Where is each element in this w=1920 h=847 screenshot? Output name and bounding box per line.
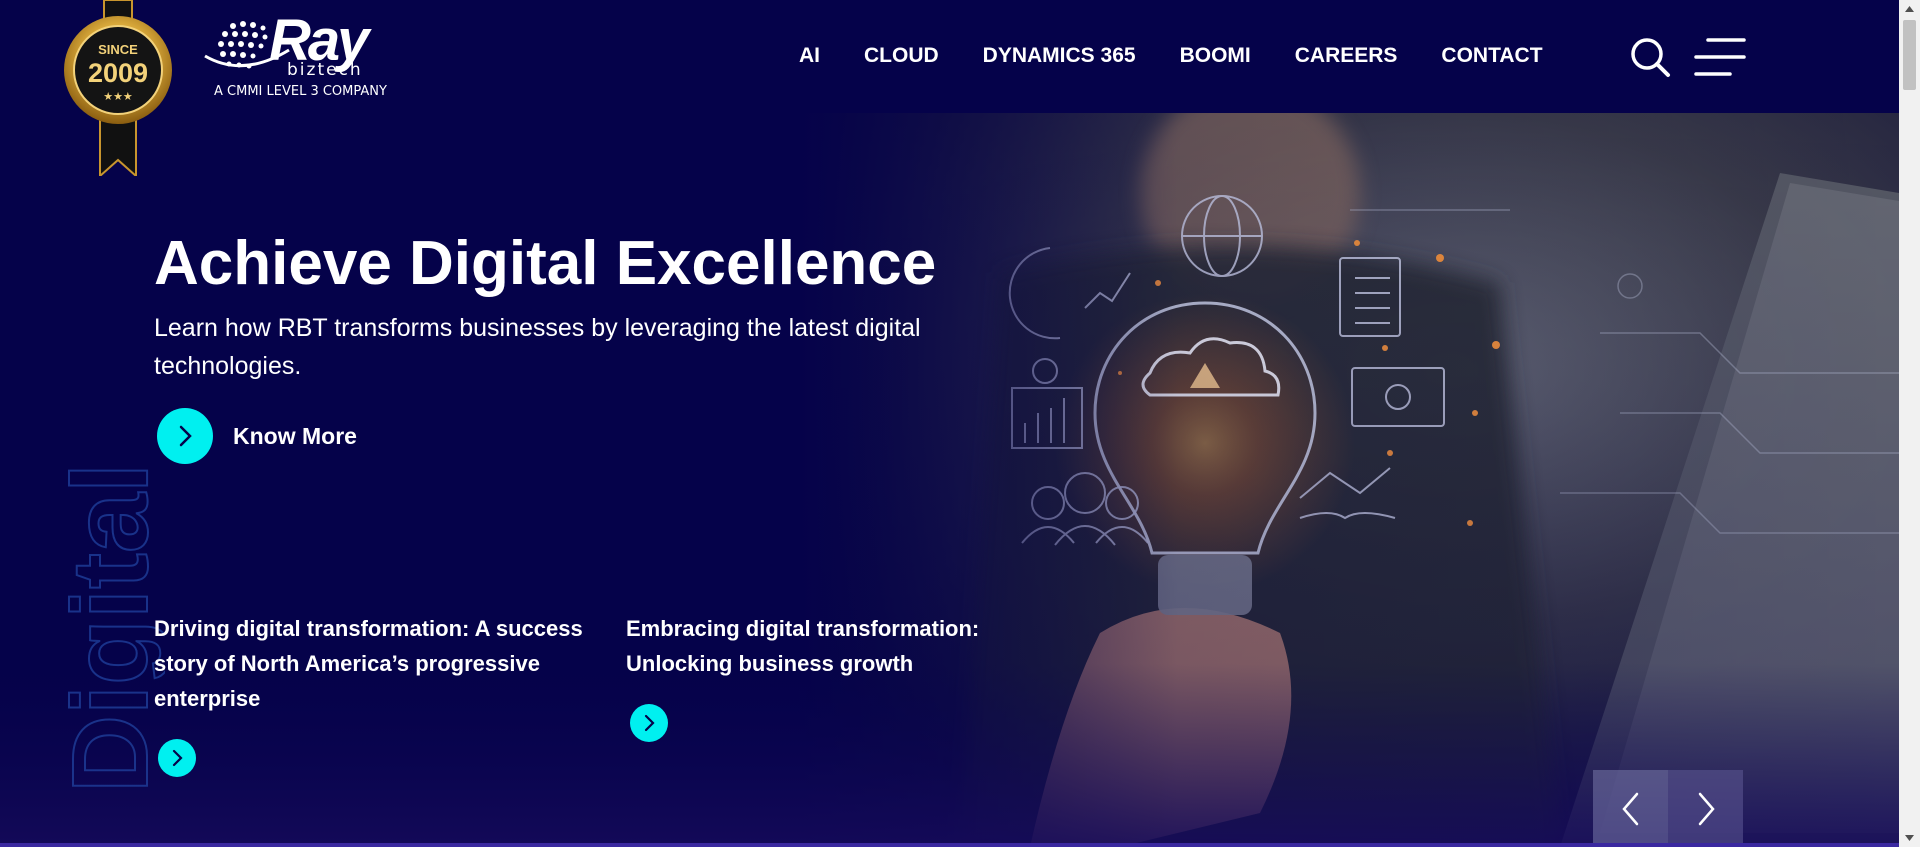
scroll-up-arrow[interactable] [1899,0,1920,18]
know-more-button[interactable]: Know More [157,408,357,464]
story-2-arrow-button[interactable] [630,704,668,742]
chevron-right-icon [644,714,655,732]
carousel-next-button[interactable] [1668,770,1743,847]
chevron-left-icon [1621,792,1638,825]
story-link-1[interactable]: Driving digital transformation: A succes… [154,611,604,716]
hero-carousel: Digital Achieve Digital Excellence Learn… [0,113,1899,847]
scroll-thumb[interactable] [1903,20,1916,90]
nav-item-boomi[interactable]: BOOMI [1180,42,1251,70]
digital-watermark-text: Digital [55,462,165,793]
logo-subtitle: biztech [287,60,363,80]
bottom-border [0,843,1899,847]
chevron-right-icon [179,425,192,447]
search-icon[interactable] [1629,36,1671,78]
chevron-right-icon [172,749,183,767]
chevron-right-icon [1698,792,1715,825]
site-header: SINCE 2009 ★★★ Ray biztech A CMMI LEVEL … [0,0,1899,176]
main-nav: AI CLOUD DYNAMICS 365 BOOMI CAREERS CONT… [799,42,1587,70]
page-scrollbar[interactable] [1899,0,1920,847]
hero-subtitle: Learn how RBT transforms businesses by l… [154,314,921,380]
svg-text:Digital: Digital [55,463,165,793]
nav-item-contact[interactable]: CONTACT [1441,42,1542,70]
svg-text:2009: 2009 [88,58,148,88]
svg-text:SINCE: SINCE [98,42,138,57]
story-link-2[interactable]: Embracing digital transformation: Unlock… [626,611,1026,681]
hero-background-image [0,113,1899,847]
hamburger-menu-icon[interactable] [1694,36,1746,78]
caret-down-icon [1905,835,1914,841]
story-1-arrow-button[interactable] [158,739,196,777]
nav-item-cloud[interactable]: CLOUD [864,42,939,70]
ray-biztech-logo[interactable]: Ray biztech A CMMI LEVEL 3 COMPANY [203,12,413,104]
nav-item-ai[interactable]: AI [799,42,820,70]
know-more-label: Know More [233,422,357,449]
nav-item-dynamics-365[interactable]: DYNAMICS 365 [983,42,1136,70]
scroll-down-arrow[interactable] [1899,829,1920,847]
caret-up-icon [1905,6,1914,12]
hero-title: Achieve Digital Excellence [154,229,937,298]
since-2009-badge: SINCE 2009 ★★★ [64,0,172,176]
know-more-arrow[interactable] [157,408,213,464]
nav-item-careers[interactable]: CAREERS [1295,42,1398,70]
svg-text:★★★: ★★★ [103,90,133,103]
carousel-prev-button[interactable] [1593,770,1668,847]
logo-tagline: A CMMI LEVEL 3 COMPANY [214,84,387,99]
